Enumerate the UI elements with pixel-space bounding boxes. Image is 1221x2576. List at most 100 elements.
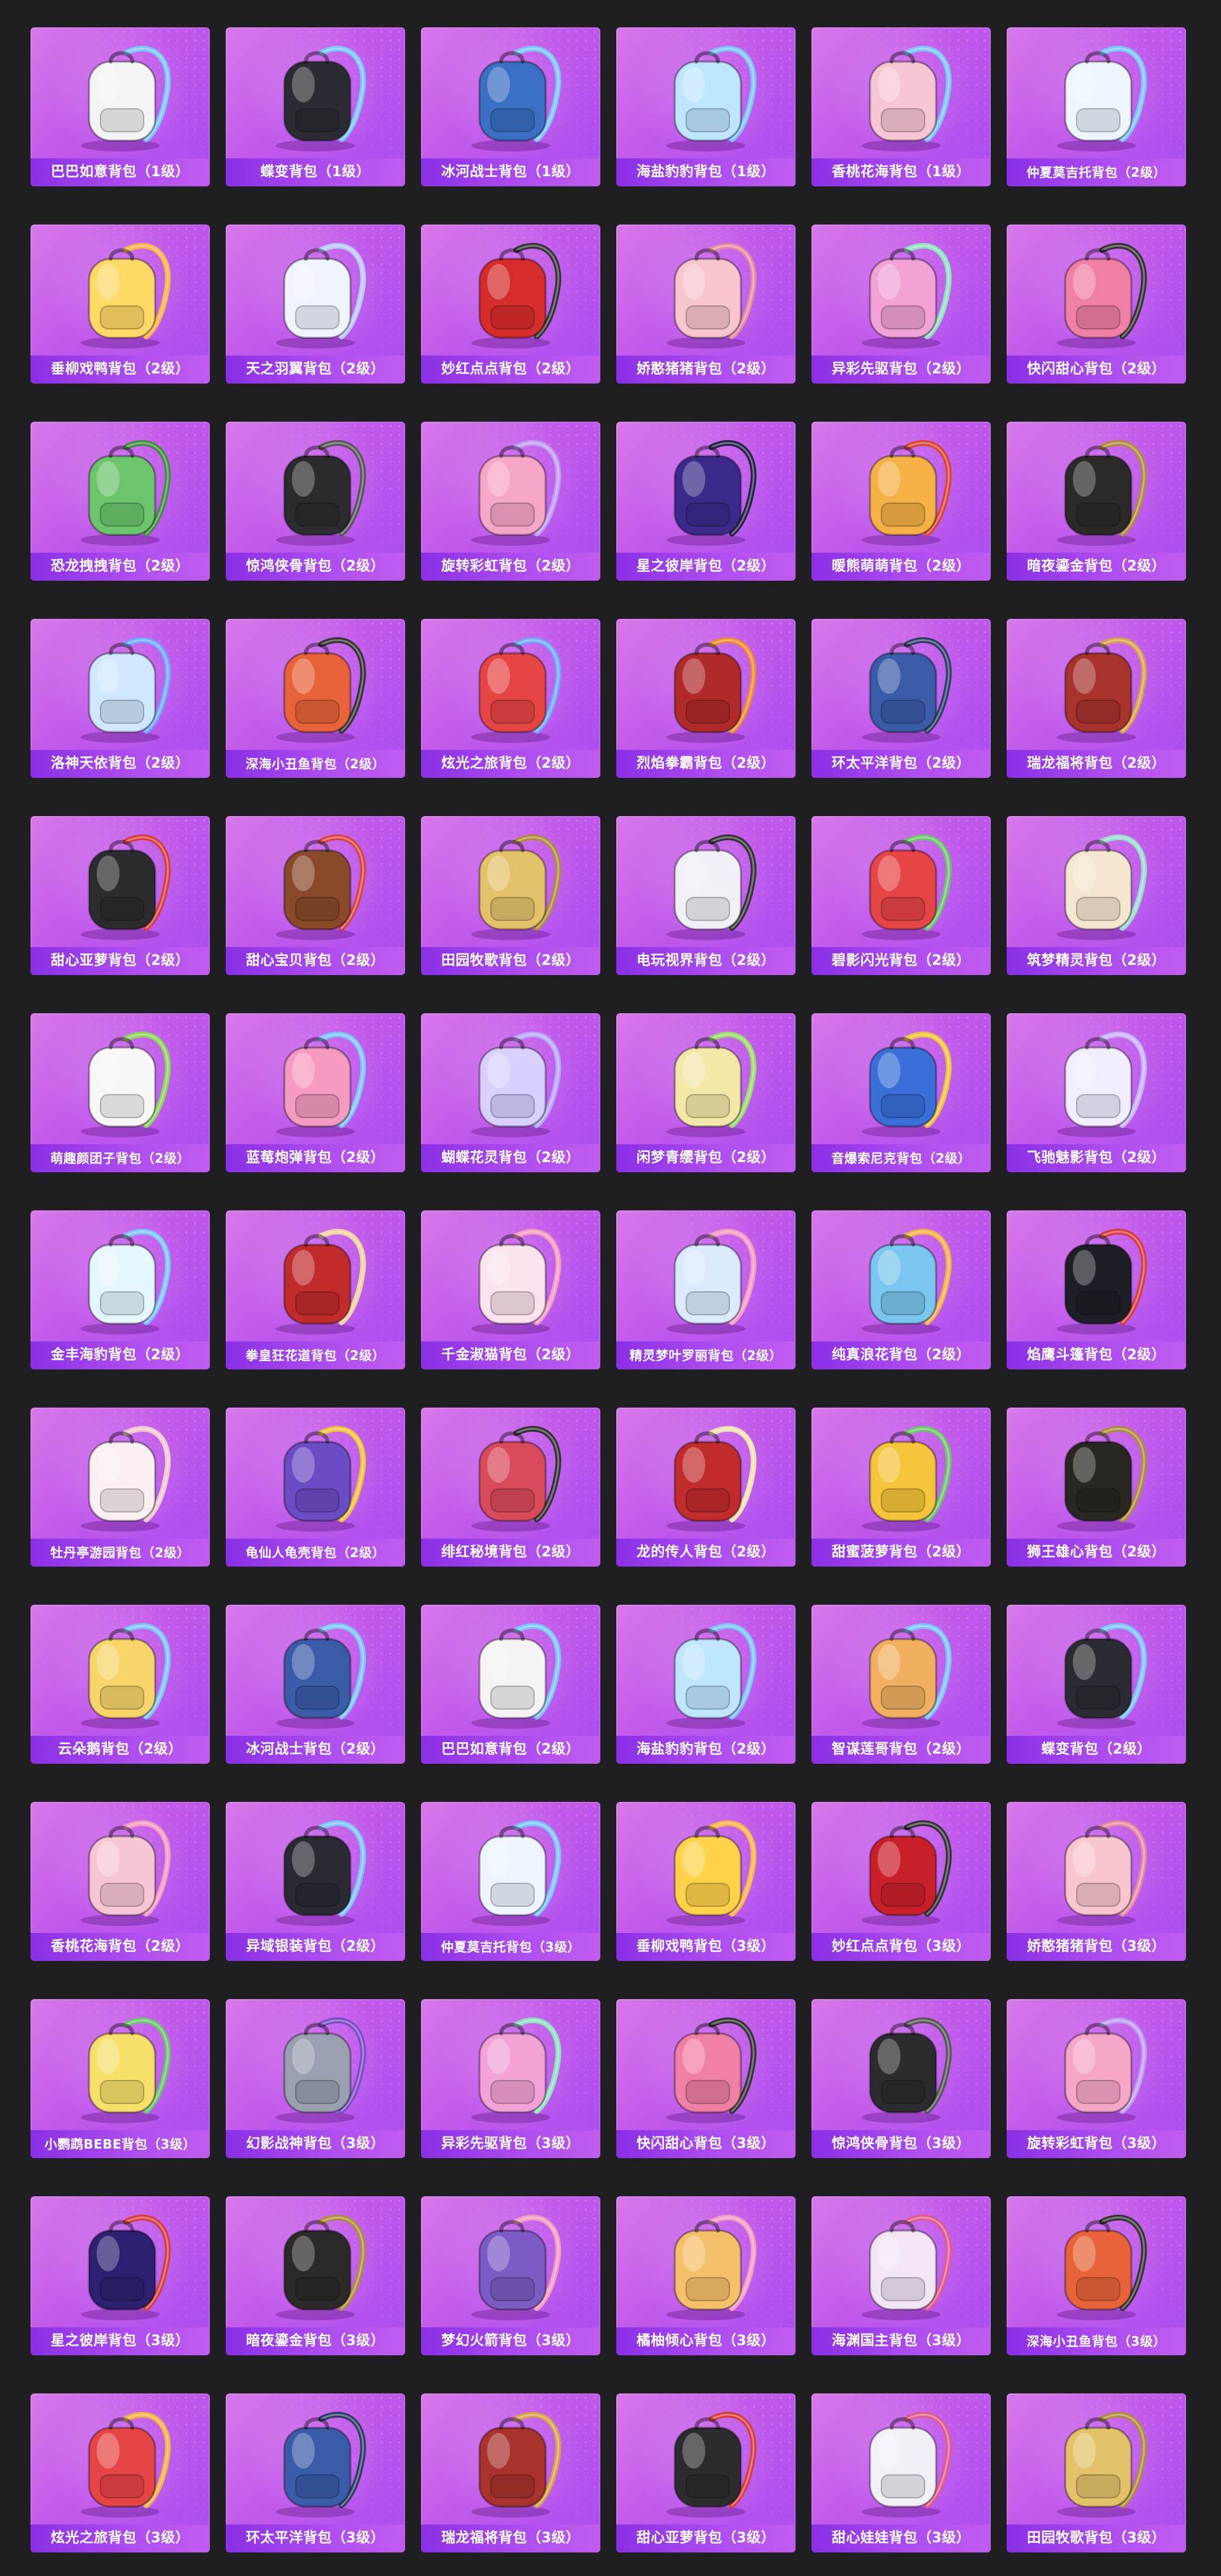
backpack-card[interactable]: 星之彼岸背包（2级） (616, 422, 796, 581)
backpack-card[interactable]: 海盐豹豹背包（2级） (616, 1605, 796, 1764)
backpack-card[interactable]: 炫光之旅背包（2级） (421, 619, 600, 778)
backpack-card[interactable]: 蝶变背包（1级） (226, 27, 405, 186)
backpack-card[interactable]: 恐龙拽拽背包（2级） (31, 422, 210, 581)
backpack-card[interactable]: 冰河战士背包（2级） (226, 1605, 405, 1764)
backpack-name: 旋转彩虹背包（3级） (1007, 2130, 1186, 2158)
backpack-name: 香桃花海背包（2级） (31, 1933, 210, 1961)
silver-armor-backpack-icon (226, 1999, 405, 2130)
milkshake-backpack-icon (226, 816, 405, 947)
backpack-card[interactable]: 甜心宝贝背包（2级） (226, 816, 405, 975)
backpack-card[interactable]: 妙红点点背包（2级） (421, 225, 600, 384)
backpack-card[interactable]: 甜心亚萝背包（3级） (616, 2393, 796, 2552)
backpack-card[interactable]: 绯红秘境背包（2级） (421, 1408, 600, 1567)
backpack-card[interactable]: 田园牧歌背包（3级） (1007, 2393, 1186, 2552)
backpack-card[interactable]: 梦幻火箭背包（3级） (421, 2196, 600, 2355)
backpack-card[interactable]: 龙的传人背包（2级） (616, 1408, 796, 1567)
backpack-card[interactable]: 电玩视界背包（2级） (616, 816, 796, 975)
backpack-card[interactable]: 惊鸿侠骨背包（3级） (811, 1999, 991, 2158)
backpack-card[interactable]: 幻影战神背包（3级） (226, 1999, 405, 2158)
backpack-card[interactable]: 智谋莲哥背包（2级） (811, 1605, 991, 1764)
backpack-card[interactable]: 星之彼岸背包（3级） (31, 2196, 210, 2355)
backpack-card[interactable]: 飞驰魅影背包（2级） (1007, 1013, 1186, 1172)
backpack-card[interactable]: 暖熊萌萌背包（2级） (811, 422, 991, 581)
backpack-card[interactable]: 海渊国主背包（3级） (811, 2196, 991, 2355)
backpack-card[interactable]: 蓝莓炮弹背包（2级） (226, 1013, 405, 1172)
backpack-name: 惊鸿侠骨背包（3级） (811, 2130, 991, 2158)
backpack-card[interactable]: 暗夜鎏金背包（2级） (1007, 422, 1186, 581)
backpack-card[interactable]: 拳皇狂花道背包（2级） (226, 1210, 405, 1369)
peach-blossom-backpack-icon (811, 27, 991, 158)
backpack-card[interactable]: 冰河战士背包（1级） (421, 27, 600, 186)
backpack-card[interactable]: 狮王雄心背包（2级） (1007, 1408, 1186, 1567)
backpack-card[interactable]: 筑梦精灵背包（2级） (1007, 816, 1186, 975)
backpack-card[interactable]: 香桃花海背包（2级） (31, 1802, 210, 1961)
backpack-name: 天之羽翼背包（2级） (226, 356, 405, 384)
backpack-card[interactable]: 洛神天依背包（2级） (31, 619, 210, 778)
backpack-card[interactable]: 快闪甜心背包（3级） (616, 1999, 796, 2158)
backpack-card[interactable]: 蝴蝶花灵背包（2级） (421, 1013, 600, 1172)
backpack-name: 异彩先驱背包（2级） (811, 356, 991, 384)
backpack-card[interactable]: 巴巴如意背包（1级） (31, 27, 210, 186)
backpack-card[interactable]: 龟仙人龟壳背包（2级） (226, 1408, 405, 1567)
blue-armor-backpack-icon (421, 27, 600, 158)
backpack-card[interactable]: 瑞龙福将背包（2级） (1007, 619, 1186, 778)
backpack-name: 幻影战神背包（3级） (226, 2130, 405, 2158)
backpack-card[interactable]: 蝶变背包（2级） (1007, 1605, 1186, 1764)
backpack-card[interactable]: 深海小丑鱼背包（3级） (1007, 2196, 1186, 2355)
backpack-card[interactable]: 快闪甜心背包（2级） (1007, 225, 1186, 384)
backpack-card[interactable]: 巴巴如意背包（2级） (421, 1605, 600, 1764)
backpack-card[interactable]: 小鹦鹉BEBE背包（3级） (31, 1999, 210, 2158)
backpack-card[interactable]: 垂柳戏鸭背包（3级） (616, 1802, 796, 1961)
backpack-card[interactable]: 萌趣颜团子背包（2级） (31, 1013, 210, 1172)
backpack-card[interactable]: 环太平洋背包（3级） (226, 2393, 405, 2552)
backpack-card[interactable]: 甜心娃娃背包（3级） (811, 2393, 991, 2552)
backpack-card[interactable]: 碧影闪光背包（2级） (811, 816, 991, 975)
backpack-card[interactable]: 金丰海豹背包（2级） (31, 1210, 210, 1369)
backpack-card[interactable]: 烈焰拳霸背包（2级） (616, 619, 796, 778)
backpack-name: 巴巴如意背包（2级） (421, 1736, 600, 1764)
backpack-card[interactable]: 妙红点点背包（3级） (811, 1802, 991, 1961)
mecha-backpack-icon (226, 2393, 405, 2524)
backpack-card[interactable]: 海盐豹豹背包（1级） (616, 27, 796, 186)
backpack-card[interactable]: 云朵鹅背包（2级） (31, 1605, 210, 1764)
backpack-card[interactable]: 异彩先驱背包（2级） (811, 225, 991, 384)
backpack-card[interactable]: 闲梦青缨背包（2级） (616, 1013, 796, 1172)
backpack-name: 千金淑猫背包（2级） (421, 1341, 600, 1369)
backpack-card[interactable]: 娇憨猪猪背包（3级） (1007, 1802, 1186, 1961)
backpack-name: 巴巴如意背包（1级） (31, 158, 210, 186)
backpack-name: 快闪甜心背包（2级） (1007, 356, 1186, 384)
backpack-card[interactable]: 牡丹亭游园背包（2级） (31, 1408, 210, 1567)
backpack-name: 星之彼岸背包（2级） (616, 553, 796, 581)
backpack-card[interactable]: 炫光之旅背包（3级） (31, 2393, 210, 2552)
backpack-card[interactable]: 环太平洋背包（2级） (811, 619, 991, 778)
backpack-card[interactable]: 深海小丑鱼背包（2级） (226, 619, 405, 778)
backpack-card[interactable]: 异域银装背包（2级） (226, 1802, 405, 1961)
backpack-name: 暗夜鎏金背包（3级） (226, 2327, 405, 2355)
ladybug-backpack-icon (811, 1802, 991, 1933)
backpack-card[interactable]: 旋转彩虹背包（2级） (421, 422, 600, 581)
backpack-card[interactable]: 娇憨猪猪背包（2级） (616, 225, 796, 384)
backpack-card[interactable]: 橘柚倾心背包（3级） (616, 2196, 796, 2355)
backpack-name: 音爆索尼克背包（2级） (811, 1144, 991, 1172)
backpack-card[interactable]: 仲夏莫吉托背包（3级） (421, 1802, 600, 1961)
backpack-card[interactable]: 纯真浪花背包（2级） (811, 1210, 991, 1369)
backpack-card[interactable]: 天之羽翼背包（2级） (226, 225, 405, 384)
backpack-card[interactable]: 千金淑猫背包（2级） (421, 1210, 600, 1369)
backpack-card[interactable]: 田园牧歌背包（2级） (421, 816, 600, 975)
backpack-name: 云朵鹅背包（2级） (31, 1736, 210, 1764)
backpack-card[interactable]: 甜心亚萝背包（2级） (31, 816, 210, 975)
backpack-card[interactable]: 仲夏莫吉托背包（2级） (1007, 27, 1186, 186)
backpack-card[interactable]: 惊鸿侠骨背包（2级） (226, 422, 405, 581)
backpack-card[interactable]: 甜蜜菠萝背包（2级） (811, 1408, 991, 1567)
backpack-card[interactable]: 异彩先驱背包（3级） (421, 1999, 600, 2158)
backpack-card[interactable]: 精灵梦叶罗丽背包（2级） (616, 1210, 796, 1369)
backpack-name: 飞驰魅影背包（2级） (1007, 1144, 1186, 1172)
backpack-card[interactable]: 音爆索尼克背包（2级） (811, 1013, 991, 1172)
backpack-card[interactable]: 焰鹰斗篷背包（2级） (1007, 1210, 1186, 1369)
backpack-card[interactable]: 暗夜鎏金背包（3级） (226, 2196, 405, 2355)
backpack-card[interactable]: 瑞龙福将背包（3级） (421, 2393, 600, 2552)
backpack-card[interactable]: 旋转彩虹背包（3级） (1007, 1999, 1186, 2158)
backpack-card[interactable]: 香桃花海背包（1级） (811, 27, 991, 186)
backpack-card[interactable]: 垂柳戏鸭背包（2级） (31, 225, 210, 384)
gashapon-backpack-icon (421, 619, 600, 750)
